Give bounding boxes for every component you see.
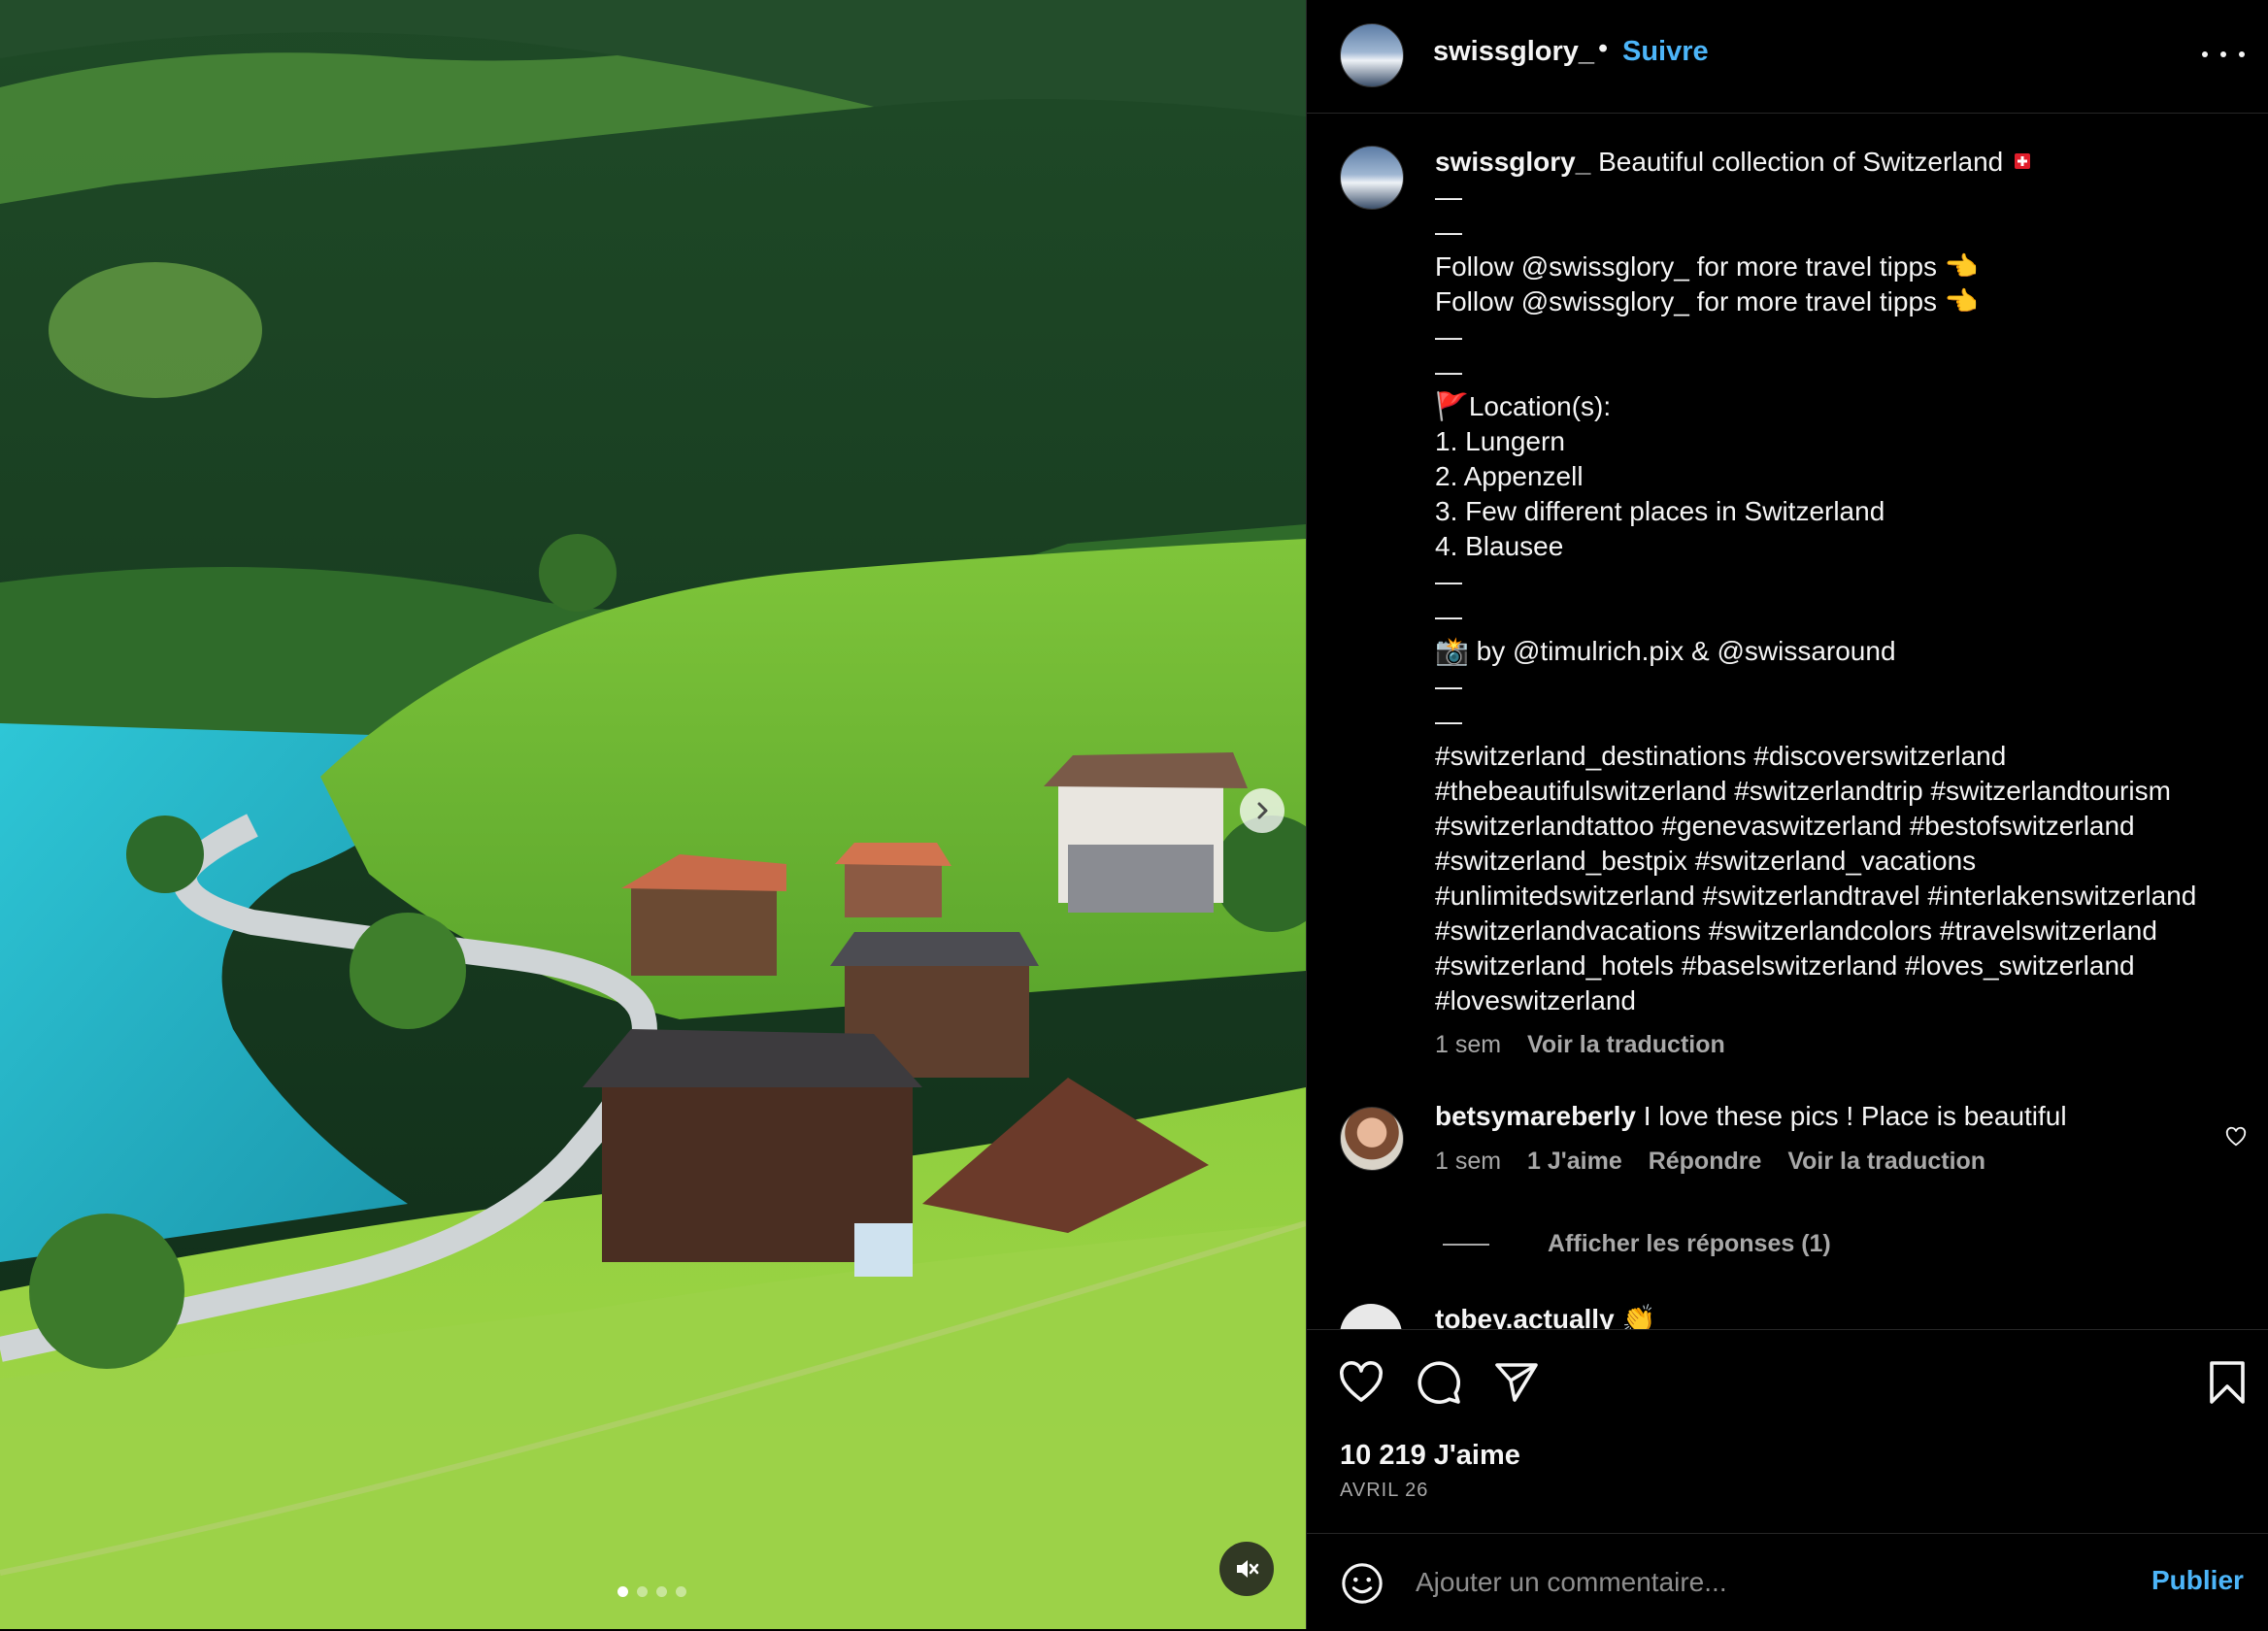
caption-line: — bbox=[1435, 182, 1462, 212]
commenter-username[interactable]: tobey.actually bbox=[1435, 1304, 1615, 1329]
caption-line: — bbox=[1435, 321, 1462, 351]
comment-item-partial: tobey.actually 👏 bbox=[1435, 1303, 1655, 1329]
caption-line: 3. Few different places in Switzerland bbox=[1435, 496, 1885, 526]
comment-age: 1 sem bbox=[1435, 1148, 1502, 1175]
caption-line: Follow @swissglory_ for more travel tipp… bbox=[1435, 286, 1979, 316]
comment-emoji: 👏 bbox=[1621, 1304, 1656, 1329]
comment-translate-link[interactable]: Voir la traduction bbox=[1787, 1148, 1985, 1175]
caption-username[interactable]: swissglory_ bbox=[1435, 147, 1590, 177]
caption-title: Beautiful collection of Switzerland bbox=[1598, 147, 2004, 177]
caption-line: — bbox=[1435, 566, 1462, 596]
next-slide-button[interactable] bbox=[1240, 788, 1284, 833]
chevron-right-icon bbox=[1257, 802, 1268, 819]
caption-meta: 1 sem Voir la traduction bbox=[1435, 1031, 1725, 1059]
more-horizontal-icon[interactable] bbox=[2202, 37, 2245, 72]
caption-line: 1. Lungern bbox=[1435, 426, 1565, 456]
carousel-dot bbox=[637, 1586, 648, 1597]
post-date: AVRIL 26 bbox=[1340, 1480, 1429, 1501]
heart-icon[interactable] bbox=[1338, 1359, 1384, 1406]
post-media[interactable] bbox=[0, 0, 1306, 1629]
landscape-photo bbox=[0, 0, 1306, 1629]
comment-text: betsymareberly I love these pics ! Place… bbox=[1435, 1099, 2067, 1134]
comment-icon[interactable] bbox=[1416, 1359, 1462, 1406]
comment-reply-link[interactable]: Répondre bbox=[1649, 1148, 1762, 1175]
post-actions: 10 219 J'aime AVRIL 26 Publier bbox=[1307, 1329, 2268, 1630]
caption-hashtags[interactable]: #switzerland_destinations #discoverswitz… bbox=[1435, 741, 2196, 1015]
publish-button[interactable]: Publier bbox=[2151, 1565, 2244, 1596]
carousel-dot bbox=[617, 1586, 628, 1597]
caption-age: 1 sem bbox=[1435, 1031, 1502, 1058]
follow-button[interactable]: Suivre bbox=[1622, 36, 1709, 68]
emoji-icon[interactable] bbox=[1340, 1561, 1384, 1606]
replies-divider bbox=[1443, 1244, 1489, 1247]
caption-line: 📸 by @timulrich.pix & @swissaround bbox=[1435, 636, 1896, 666]
post-caption: swissglory_ Beautiful collection of Swit… bbox=[1435, 145, 2241, 1018]
caption-line: — bbox=[1435, 356, 1462, 386]
caption-line: — bbox=[1435, 706, 1462, 736]
author-avatar[interactable] bbox=[1340, 23, 1404, 87]
swiss-flag-icon bbox=[2015, 153, 2030, 169]
comment-meta: 1 sem 1 J'aime Répondre Voir la traducti… bbox=[1435, 1148, 1985, 1176]
caption-translate-link[interactable]: Voir la traduction bbox=[1527, 1031, 1725, 1058]
caption-line: 🚩Location(s): bbox=[1435, 391, 1612, 421]
comments-scroll-area[interactable]: swissglory_ Beautiful collection of Swit… bbox=[1307, 114, 2268, 1329]
post-side-panel: swissglory_ • Suivre swissglory_ Beautif… bbox=[1306, 0, 2268, 1630]
comment-like-heart-icon[interactable] bbox=[2225, 1126, 2247, 1148]
caption-line: — bbox=[1435, 216, 1462, 247]
comment-input[interactable] bbox=[1414, 1559, 2097, 1606]
carousel-indicator bbox=[617, 1586, 686, 1597]
likes-count[interactable]: 10 219 J'aime bbox=[1340, 1440, 1520, 1472]
caption-author-avatar[interactable] bbox=[1340, 146, 1404, 210]
view-replies-label: Afficher les réponses (1) bbox=[1548, 1230, 1831, 1257]
comment-item: betsymareberly I love these pics ! Place… bbox=[1307, 1099, 2268, 1215]
commenter-username[interactable]: betsymareberly bbox=[1435, 1101, 1636, 1131]
author-username[interactable]: swissglory_ bbox=[1433, 36, 1594, 68]
caption-line: 2. Appenzell bbox=[1435, 461, 1584, 491]
carousel-dot bbox=[656, 1586, 667, 1597]
caption-line: 4. Blausee bbox=[1435, 531, 1564, 561]
view-replies-button[interactable]: Afficher les réponses (1) bbox=[1443, 1230, 1831, 1258]
commenter-avatar[interactable] bbox=[1340, 1304, 1402, 1329]
speaker-muted-icon bbox=[1237, 1560, 1259, 1578]
comment-likes-link[interactable]: 1 J'aime bbox=[1527, 1148, 1622, 1175]
caption-line: Follow @swissglory_ for more travel tipp… bbox=[1435, 251, 1979, 282]
caption-line: — bbox=[1435, 601, 1462, 631]
bookmark-icon[interactable] bbox=[2206, 1359, 2249, 1406]
add-comment-bar: Publier bbox=[1307, 1533, 2268, 1631]
mute-toggle-button[interactable] bbox=[1219, 1542, 1274, 1596]
send-icon[interactable] bbox=[1493, 1359, 1540, 1406]
caption-line: — bbox=[1435, 671, 1462, 701]
carousel-dot bbox=[676, 1586, 686, 1597]
comment-body: I love these pics ! Place is beautiful bbox=[1643, 1101, 2067, 1131]
commenter-avatar[interactable] bbox=[1340, 1107, 1404, 1171]
header-separator: • bbox=[1598, 33, 1609, 64]
post-header: swissglory_ • Suivre bbox=[1307, 0, 2268, 114]
instagram-post-view: swissglory_ • Suivre swissglory_ Beautif… bbox=[0, 0, 2268, 1630]
